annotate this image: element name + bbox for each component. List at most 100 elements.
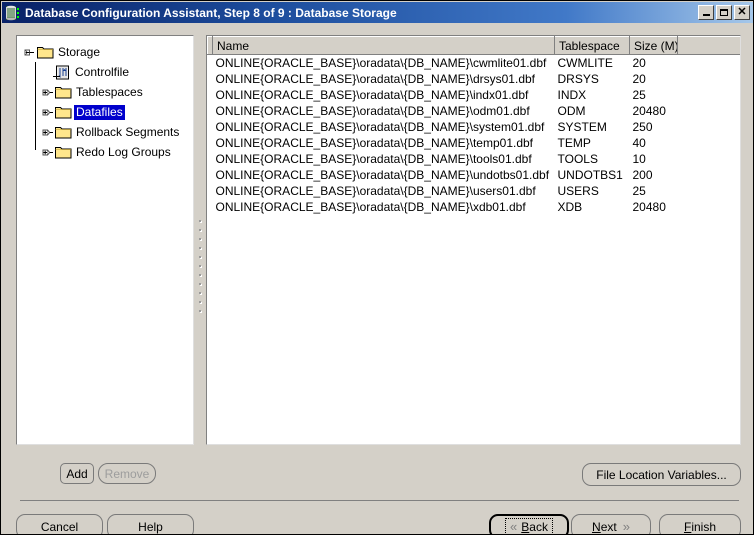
expand-handle-icon[interactable] [41, 86, 54, 99]
cell-filler [677, 87, 740, 103]
cell-tablespace[interactable]: SYSTEM [554, 119, 630, 135]
table-row[interactable]: ONLINE{ORACLE_BASE}\oradata\{DB_NAME}\un… [207, 167, 740, 183]
cell-filler [677, 199, 740, 215]
expand-handle-icon[interactable] [41, 126, 54, 139]
back-label-rest: ack [529, 519, 548, 534]
split-pane-divider[interactable] [195, 35, 206, 445]
table-row[interactable]: ONLINE{ORACLE_BASE}\oradata\{DB_NAME}\te… [207, 135, 740, 151]
cell-name[interactable]: ONLINE{ORACLE_BASE}\oradata\{DB_NAME}\un… [212, 167, 555, 183]
next-button[interactable]: Next » [571, 514, 651, 534]
datafiles-table-panel: Name Tablespace Size (M) ONLINE{ORACLE_B… [206, 35, 741, 445]
cell-filler [677, 151, 740, 167]
cell-tablespace[interactable]: ODM [554, 103, 630, 119]
cell-filler [677, 71, 740, 87]
split-pane-drag-handle[interactable] [199, 220, 202, 330]
tree-node-label: Rollback Segments [76, 124, 180, 139]
back-button-label: Back [521, 520, 548, 534]
column-header-name[interactable]: Name [212, 36, 555, 55]
cell-name[interactable]: ONLINE{ORACLE_BASE}\oradata\{DB_NAME}\od… [212, 103, 555, 119]
cell-filler [677, 119, 740, 135]
footer-divider [20, 500, 739, 501]
database-icon [5, 5, 21, 21]
file-location-variables-button[interactable]: File Location Variables... [582, 463, 741, 486]
cell-size[interactable]: 25 [629, 183, 678, 199]
table-row[interactable]: ONLINE{ORACLE_BASE}\oradata\{DB_NAME}\us… [207, 183, 740, 199]
collapse-handle-icon[interactable] [23, 46, 36, 59]
cell-size[interactable]: 10 [629, 151, 678, 167]
finish-button[interactable]: Finish [659, 514, 741, 534]
cell-name[interactable]: ONLINE{ORACLE_BASE}\oradata\{DB_NAME}\sy… [212, 119, 555, 135]
help-button[interactable]: Help [107, 514, 194, 534]
cell-tablespace[interactable]: UNDOTBS1 [554, 167, 630, 183]
tree-node-label: Redo Log Groups [76, 144, 171, 159]
cell-name[interactable]: ONLINE{ORACLE_BASE}\oradata\{DB_NAME}\dr… [212, 71, 555, 87]
cell-filler [677, 167, 740, 183]
cell-size[interactable]: 20480 [629, 199, 678, 215]
cell-name[interactable]: ONLINE{ORACLE_BASE}\oradata\{DB_NAME}\cw… [212, 54, 555, 71]
cell-tablespace[interactable]: USERS [554, 183, 630, 199]
tree-node-datafiles[interactable]: Datafiles [23, 102, 193, 122]
tree-node-label: Controlfile [75, 64, 130, 79]
window-controls: ✕ [698, 5, 750, 20]
cell-name[interactable]: ONLINE{ORACLE_BASE}\oradata\{DB_NAME}\te… [212, 135, 555, 151]
cell-size[interactable]: 25 [629, 87, 678, 103]
cell-tablespace[interactable]: TEMP [554, 135, 630, 151]
expand-handle-icon[interactable] [41, 106, 54, 119]
maximize-button[interactable] [716, 5, 732, 20]
cell-filler [677, 183, 740, 199]
cell-size[interactable]: 250 [629, 119, 678, 135]
cell-size[interactable]: 20480 [629, 103, 678, 119]
cell-name[interactable]: ONLINE{ORACLE_BASE}\oradata\{DB_NAME}\in… [212, 87, 555, 103]
cell-filler [677, 54, 740, 71]
tree-node-rollback-segments[interactable]: Rollback Segments [23, 122, 193, 142]
cell-tablespace[interactable]: XDB [554, 199, 630, 215]
cell-tablespace[interactable]: INDX [554, 87, 630, 103]
remove-button-label: Remove [104, 466, 150, 481]
cancel-button[interactable]: Cancel [16, 514, 103, 534]
cell-size[interactable]: 20 [629, 71, 678, 87]
remove-button[interactable]: Remove [98, 463, 156, 484]
column-header-size[interactable]: Size (M) [629, 36, 678, 55]
folder-icon [37, 45, 54, 59]
storage-tree[interactable]: Storage Controlfile Tablespaces Datafile… [17, 36, 193, 162]
cell-size[interactable]: 40 [629, 135, 678, 151]
datafiles-table[interactable]: Name Tablespace Size (M) ONLINE{ORACLE_B… [207, 36, 740, 215]
database-configuration-assistant-window: Database Configuration Assistant, Step 8… [0, 0, 754, 535]
tree-node-redo-log-groups[interactable]: Redo Log Groups [23, 142, 193, 162]
tree-node-controlfile[interactable]: Controlfile [23, 62, 193, 82]
add-button[interactable]: Add [60, 463, 94, 484]
controlfile-icon [55, 65, 70, 80]
table-row[interactable]: ONLINE{ORACLE_BASE}\oradata\{DB_NAME}\to… [207, 151, 740, 167]
folder-icon [55, 145, 72, 159]
tree-node-label: Tablespaces [76, 84, 143, 99]
table-body: ONLINE{ORACLE_BASE}\oradata\{DB_NAME}\cw… [207, 54, 740, 215]
finish-button-label: Finish [684, 520, 716, 534]
tree-node-label-selected: Datafiles [74, 104, 125, 120]
title-bar[interactable]: Database Configuration Assistant, Step 8… [2, 2, 753, 23]
cell-tablespace[interactable]: TOOLS [554, 151, 630, 167]
back-button[interactable]: « Back [489, 514, 569, 534]
expand-handle-icon[interactable] [41, 146, 54, 159]
cell-name[interactable]: ONLINE{ORACLE_BASE}\oradata\{DB_NAME}\xd… [212, 199, 555, 215]
cell-size[interactable]: 20 [629, 54, 678, 71]
file-location-variables-label: File Location Variables... [596, 467, 727, 482]
cell-tablespace[interactable]: DRSYS [554, 71, 630, 87]
table-row[interactable]: ONLINE{ORACLE_BASE}\oradata\{DB_NAME}\dr… [207, 71, 740, 87]
table-row[interactable]: ONLINE{ORACLE_BASE}\oradata\{DB_NAME}\in… [207, 87, 740, 103]
column-header-tablespace[interactable]: Tablespace [554, 36, 630, 55]
table-row[interactable]: ONLINE{ORACLE_BASE}\oradata\{DB_NAME}\sy… [207, 119, 740, 135]
tree-node-storage[interactable]: Storage [23, 42, 193, 150]
folder-icon [55, 85, 72, 99]
next-mnemonic: N [592, 519, 601, 534]
close-button[interactable]: ✕ [734, 5, 750, 20]
cell-tablespace[interactable]: CWMLITE [554, 54, 630, 71]
table-row[interactable]: ONLINE{ORACLE_BASE}\oradata\{DB_NAME}\od… [207, 103, 740, 119]
table-row[interactable]: ONLINE{ORACLE_BASE}\oradata\{DB_NAME}\cw… [207, 54, 740, 71]
tree-node-tablespaces[interactable]: Tablespaces [23, 82, 193, 102]
cell-name[interactable]: ONLINE{ORACLE_BASE}\oradata\{DB_NAME}\to… [212, 151, 555, 167]
minimize-button[interactable] [698, 5, 714, 20]
cell-name[interactable]: ONLINE{ORACLE_BASE}\oradata\{DB_NAME}\us… [212, 183, 555, 199]
table-row[interactable]: ONLINE{ORACLE_BASE}\oradata\{DB_NAME}\xd… [207, 199, 740, 215]
add-button-label: Add [66, 466, 88, 481]
cell-size[interactable]: 200 [629, 167, 678, 183]
